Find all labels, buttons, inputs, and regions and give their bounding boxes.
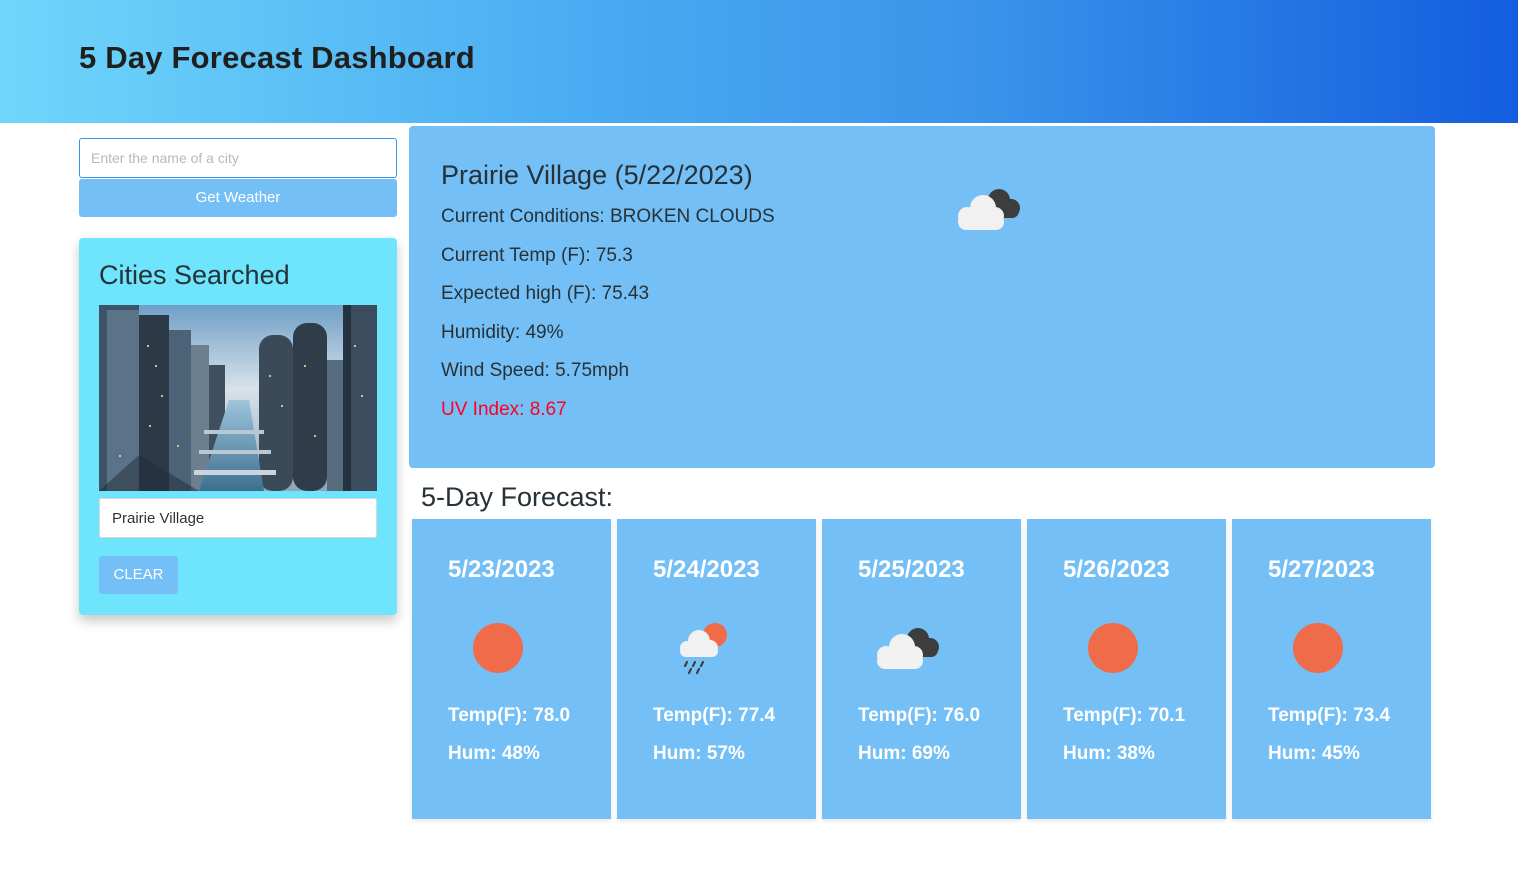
forecast-humidity: Hum: 57%	[653, 743, 745, 764]
forecast-day-card: 5/24/2023 Temp(F): 77.4 Hum: 57%	[617, 519, 816, 819]
clear-sun-icon	[1293, 623, 1343, 673]
current-weather-card: Prairie Village (5/22/2023) Current Cond…	[409, 126, 1435, 468]
forecast-humidity: Hum: 45%	[1268, 743, 1360, 764]
forecast-humidity: Hum: 48%	[448, 743, 540, 764]
clear-button[interactable]: CLEAR	[99, 556, 178, 594]
forecast-humidity: Hum: 69%	[858, 743, 950, 764]
current-city-title: Prairie Village (5/22/2023)	[441, 160, 753, 190]
clear-sun-icon	[1088, 623, 1138, 673]
city-search-input[interactable]	[79, 138, 397, 178]
forecast-date: 5/26/2023	[1063, 556, 1170, 583]
forecast-day-card: 5/26/2023 Temp(F): 70.1 Hum: 38%	[1027, 519, 1226, 819]
page-title: 5 Day Forecast Dashboard	[79, 40, 475, 75]
forecast-humidity: Hum: 38%	[1063, 743, 1155, 764]
cities-searched-title: Cities Searched	[99, 260, 290, 290]
current-humidity: Humidity: 49%	[441, 322, 564, 343]
forecast-date: 5/24/2023	[653, 556, 760, 583]
forecast-temp: Temp(F): 73.4	[1268, 705, 1391, 726]
forecast-date: 5/25/2023	[858, 556, 965, 583]
city-list-item[interactable]: Prairie Village	[99, 498, 377, 538]
current-wind: Wind Speed: 5.75mph	[441, 360, 630, 381]
forecast-day-card: 5/25/2023 Temp(F): 76.0 Hum: 69%	[822, 519, 1021, 819]
forecast-day-card: 5/23/2023 Temp(F): 78.0 Hum: 48%	[412, 519, 611, 819]
broken-clouds-icon	[958, 189, 1020, 230]
header-bar: 5 Day Forecast Dashboard	[0, 0, 1518, 123]
get-weather-button[interactable]: Get Weather	[79, 179, 397, 217]
forecast-day-card: 5/27/2023 Temp(F): 73.4 Hum: 45%	[1232, 519, 1431, 819]
city-skyline-image	[99, 305, 377, 491]
forecast-date: 5/27/2023	[1268, 556, 1375, 583]
expected-high: Expected high (F): 75.43	[441, 283, 650, 304]
broken-clouds-icon	[877, 628, 939, 669]
forecast-temp: Temp(F): 77.4	[653, 705, 776, 726]
cities-searched-card: Cities Searched Prairie Village CLEAR	[79, 238, 397, 615]
forecast-title: 5-Day Forecast:	[421, 482, 614, 512]
forecast-temp: Temp(F): 78.0	[448, 705, 571, 726]
forecast-temp: Temp(F): 76.0	[858, 705, 981, 726]
rain-icon	[680, 623, 727, 675]
clear-sun-icon	[473, 623, 523, 673]
current-conditions: Current Conditions: BROKEN CLOUDS	[441, 206, 775, 227]
uv-index: UV Index: 8.67	[441, 399, 567, 420]
forecast-date: 5/23/2023	[448, 556, 555, 583]
current-temp: Current Temp (F): 75.3	[441, 245, 633, 266]
forecast-temp: Temp(F): 70.1	[1063, 705, 1186, 726]
